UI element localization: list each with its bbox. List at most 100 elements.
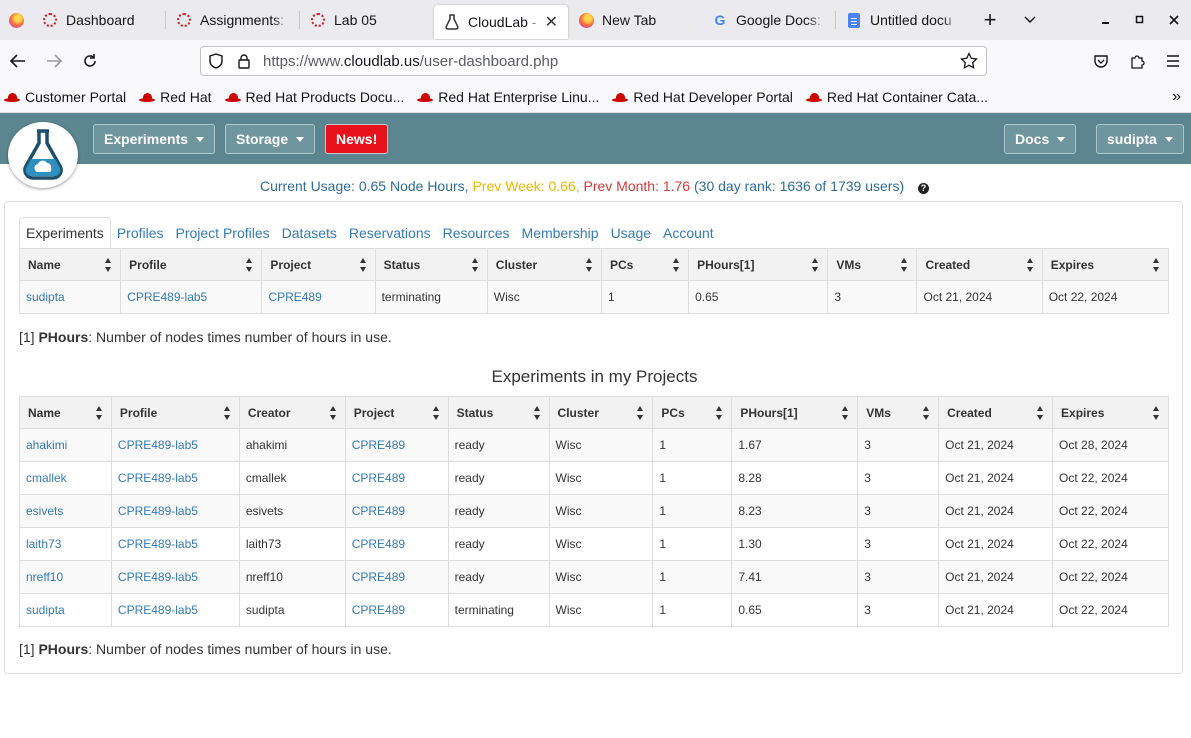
redhat-icon (612, 92, 629, 102)
arrow-left-icon (10, 54, 25, 68)
profile-link[interactable]: CPRE489-lab5 (118, 537, 198, 551)
close-tab-icon[interactable]: ✕ (545, 12, 558, 32)
column-header-project[interactable]: Project (344, 396, 449, 429)
bookmark-red-hat-products-docs[interactable]: Red Hat Products Docu... (224, 89, 404, 105)
column-header-pcs[interactable]: PCs (600, 248, 690, 281)
project-link[interactable]: CPRE489 (352, 570, 405, 584)
experiment-name-link[interactable]: sudipta (26, 603, 65, 617)
new-tab-button[interactable]: + (970, 0, 1010, 40)
tab-profiles[interactable]: Profiles (111, 217, 170, 249)
tab-cloudlab[interactable]: CloudLab - U ✕ (434, 4, 568, 39)
docs-menu-button[interactable]: Docs (1004, 124, 1077, 154)
tab-membership[interactable]: Membership (516, 217, 605, 249)
cluster-cell: Wisc (548, 560, 653, 594)
close-window-button[interactable] (1157, 0, 1191, 40)
column-label: Creator (247, 405, 291, 420)
experiments-menu-button[interactable]: Experiments (93, 124, 216, 154)
experiment-name-link[interactable]: ahakimi (26, 438, 67, 452)
tab-assignments[interactable]: Assignments: (166, 0, 300, 40)
minimize-button[interactable] (1089, 0, 1123, 40)
vms-cell: 3 (857, 560, 939, 594)
extensions-button[interactable] (1119, 40, 1155, 82)
lock-icon[interactable] (231, 47, 257, 75)
profile-link[interactable]: CPRE489-lab5 (118, 471, 198, 485)
tab-title: Google Docs: (736, 12, 821, 28)
project-link[interactable]: CPRE489 (268, 290, 321, 304)
redhat-icon (805, 92, 822, 102)
column-header-status[interactable]: Status (374, 248, 488, 281)
back-button[interactable] (0, 45, 36, 77)
tab-untitled-document[interactable]: Untitled docu (836, 0, 970, 40)
profile-link[interactable]: CPRE489-lab5 (118, 438, 198, 452)
experiment-name-link[interactable]: nreff10 (26, 570, 63, 584)
tab-account[interactable]: Account (657, 217, 720, 249)
column-header-created[interactable]: Created (916, 248, 1043, 281)
column-header-vms[interactable]: VMs (857, 396, 940, 429)
column-header-created[interactable]: Created (938, 396, 1054, 429)
column-header-profile[interactable]: Profile (110, 396, 240, 429)
expires-cell: Oct 28, 2024 (1052, 428, 1169, 462)
project-link[interactable]: CPRE489 (352, 537, 405, 551)
column-header-pcs[interactable]: PCs (652, 396, 733, 429)
column-header-project[interactable]: Project (261, 248, 376, 281)
bookmark-customer-portal[interactable]: Customer Portal (4, 89, 126, 105)
sort-icon (533, 406, 541, 420)
list-all-tabs-button[interactable] (1010, 0, 1050, 40)
column-header-expires[interactable]: Expires (1052, 396, 1169, 429)
firefox-view-button[interactable] (0, 0, 32, 40)
url-bar[interactable]: https://www.cloudlab.us/user-dashboard.p… (200, 46, 987, 76)
tab-lab05[interactable]: Lab 05 (300, 0, 434, 40)
forward-button[interactable] (36, 45, 72, 77)
user-menu-button[interactable]: sudipta (1096, 124, 1184, 154)
shield-icon[interactable] (203, 47, 229, 75)
tab-google-docs[interactable]: G Google Docs: (702, 0, 836, 40)
firefox-icon (578, 12, 594, 28)
column-header-profile[interactable]: Profile (120, 248, 263, 281)
bookmark-star-icon[interactable] (960, 51, 978, 74)
cloudlab-logo[interactable] (8, 122, 78, 188)
column-header-name[interactable]: Name (18, 248, 122, 281)
project-link[interactable]: CPRE489 (352, 438, 405, 452)
profile-link[interactable]: CPRE489-lab5 (118, 504, 198, 518)
column-header-creator[interactable]: Creator (238, 396, 346, 429)
profile-link[interactable]: CPRE489-lab5 (118, 570, 198, 584)
storage-menu-button[interactable]: Storage (225, 124, 316, 154)
column-header-cluster[interactable]: Cluster (486, 248, 602, 281)
column-header-vms[interactable]: VMs (827, 248, 918, 281)
tab-resources[interactable]: Resources (437, 217, 516, 249)
tab-experiments[interactable]: Experiments (19, 217, 111, 249)
column-header-phours[interactable]: PHours[1] (731, 396, 859, 429)
bookmark-red-hat[interactable]: Red Hat (139, 89, 212, 105)
tab-reservations[interactable]: Reservations (343, 217, 437, 249)
bookmark-red-hat-container-catalog[interactable]: Red Hat Container Cata... (805, 89, 988, 105)
project-link[interactable]: CPRE489 (352, 504, 405, 518)
column-header-expires[interactable]: Expires (1041, 248, 1170, 281)
column-header-name[interactable]: Name (19, 396, 112, 429)
project-link[interactable]: CPRE489 (352, 471, 405, 485)
tab-new-tab[interactable]: New Tab (568, 0, 702, 40)
experiment-name-link[interactable]: cmallek (26, 471, 67, 485)
tab-dashboard[interactable]: Dashboard (32, 0, 166, 40)
bookmark-red-hat-enterprise-linux[interactable]: Red Hat Enterprise Linu... (417, 89, 599, 105)
column-header-phours[interactable]: PHours[1] (688, 248, 829, 281)
app-menu-button[interactable] (1155, 40, 1191, 82)
experiment-name-link[interactable]: esivets (26, 504, 63, 518)
profile-link[interactable]: CPRE489-lab5 (118, 603, 198, 617)
column-header-status[interactable]: Status (447, 396, 550, 429)
reload-button[interactable] (72, 45, 108, 77)
tab-datasets[interactable]: Datasets (276, 217, 343, 249)
bookmark-red-hat-developer-portal[interactable]: Red Hat Developer Portal (612, 89, 793, 105)
more-bookmarks-icon[interactable]: » (1172, 88, 1181, 106)
profile-link[interactable]: CPRE489-lab5 (127, 290, 207, 304)
column-header-cluster[interactable]: Cluster (548, 396, 654, 429)
project-link[interactable]: CPRE489 (352, 603, 405, 617)
experiment-name-link[interactable]: sudipta (26, 290, 65, 304)
maximize-button[interactable] (1123, 0, 1157, 40)
experiment-name-link[interactable]: laith73 (26, 537, 61, 551)
creator-cell: esivets (238, 494, 346, 528)
tab-project-profiles[interactable]: Project Profiles (170, 217, 276, 249)
question-circle-icon[interactable]: ? (918, 183, 930, 194)
pocket-button[interactable] (1083, 40, 1119, 82)
news-button[interactable]: News! (325, 124, 389, 154)
tab-usage[interactable]: Usage (605, 217, 657, 249)
